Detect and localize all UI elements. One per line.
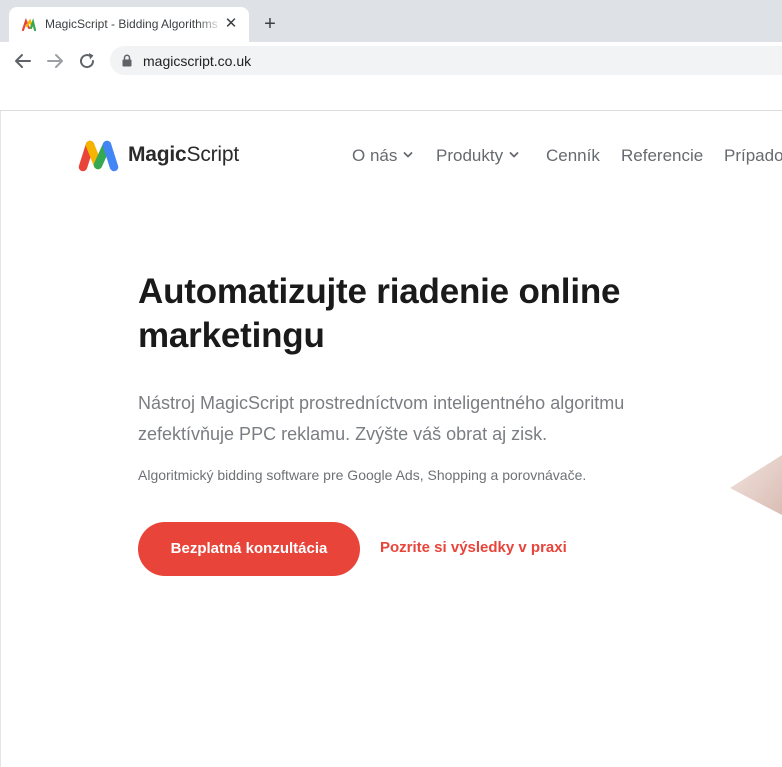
nav-item-o-nas[interactable]: O nás bbox=[352, 146, 413, 166]
close-icon[interactable]: ✕ bbox=[223, 16, 239, 32]
nav-item-produkty[interactable]: Produkty bbox=[436, 146, 519, 166]
nav-item-referencie[interactable]: Referencie bbox=[621, 146, 703, 166]
url-text[interactable]: magicscript.co.uk bbox=[143, 53, 251, 69]
tab-title: MagicScript - Bidding Algorithms bbox=[45, 17, 218, 31]
hero-title: Automatizujte riadenie online marketingu bbox=[138, 272, 621, 355]
lock-icon bbox=[122, 54, 132, 67]
address-bar[interactable]: magicscript.co.uk bbox=[110, 46, 782, 75]
reload-icon[interactable] bbox=[77, 51, 97, 71]
divider bbox=[0, 110, 782, 111]
nav-item-cennik[interactable]: Cenník bbox=[546, 146, 600, 166]
free-consultation-button[interactable]: Bezplatná konzultácia bbox=[138, 522, 360, 576]
hero-subtitle: Algoritmický bidding software pre Google… bbox=[138, 467, 587, 483]
chevron-down-icon bbox=[403, 152, 413, 158]
forward-arrow-icon[interactable] bbox=[45, 51, 65, 71]
nav-item-pripadove[interactable]: Prípado bbox=[724, 146, 782, 166]
browser-toolbar: magicscript.co.uk bbox=[0, 42, 782, 79]
tab-strip: MagicScript - Bidding Algorithms ✕ + bbox=[0, 0, 782, 42]
back-arrow-icon[interactable] bbox=[13, 51, 33, 71]
decorative-shape bbox=[730, 455, 782, 515]
browser-tab[interactable]: MagicScript - Bidding Algorithms ✕ bbox=[9, 7, 249, 42]
favicon-icon bbox=[22, 18, 36, 32]
hero-lead: Nástroj MagicScript prostredníctvom inte… bbox=[138, 393, 625, 444]
chevron-down-icon bbox=[509, 152, 519, 158]
divider bbox=[0, 111, 1, 767]
plus-icon[interactable]: + bbox=[260, 14, 280, 34]
logo-text: MagicScript bbox=[128, 143, 239, 166]
see-results-link[interactable]: Pozrite si výsledky v praxi bbox=[380, 539, 567, 556]
logo-mark-icon bbox=[78, 140, 119, 172]
